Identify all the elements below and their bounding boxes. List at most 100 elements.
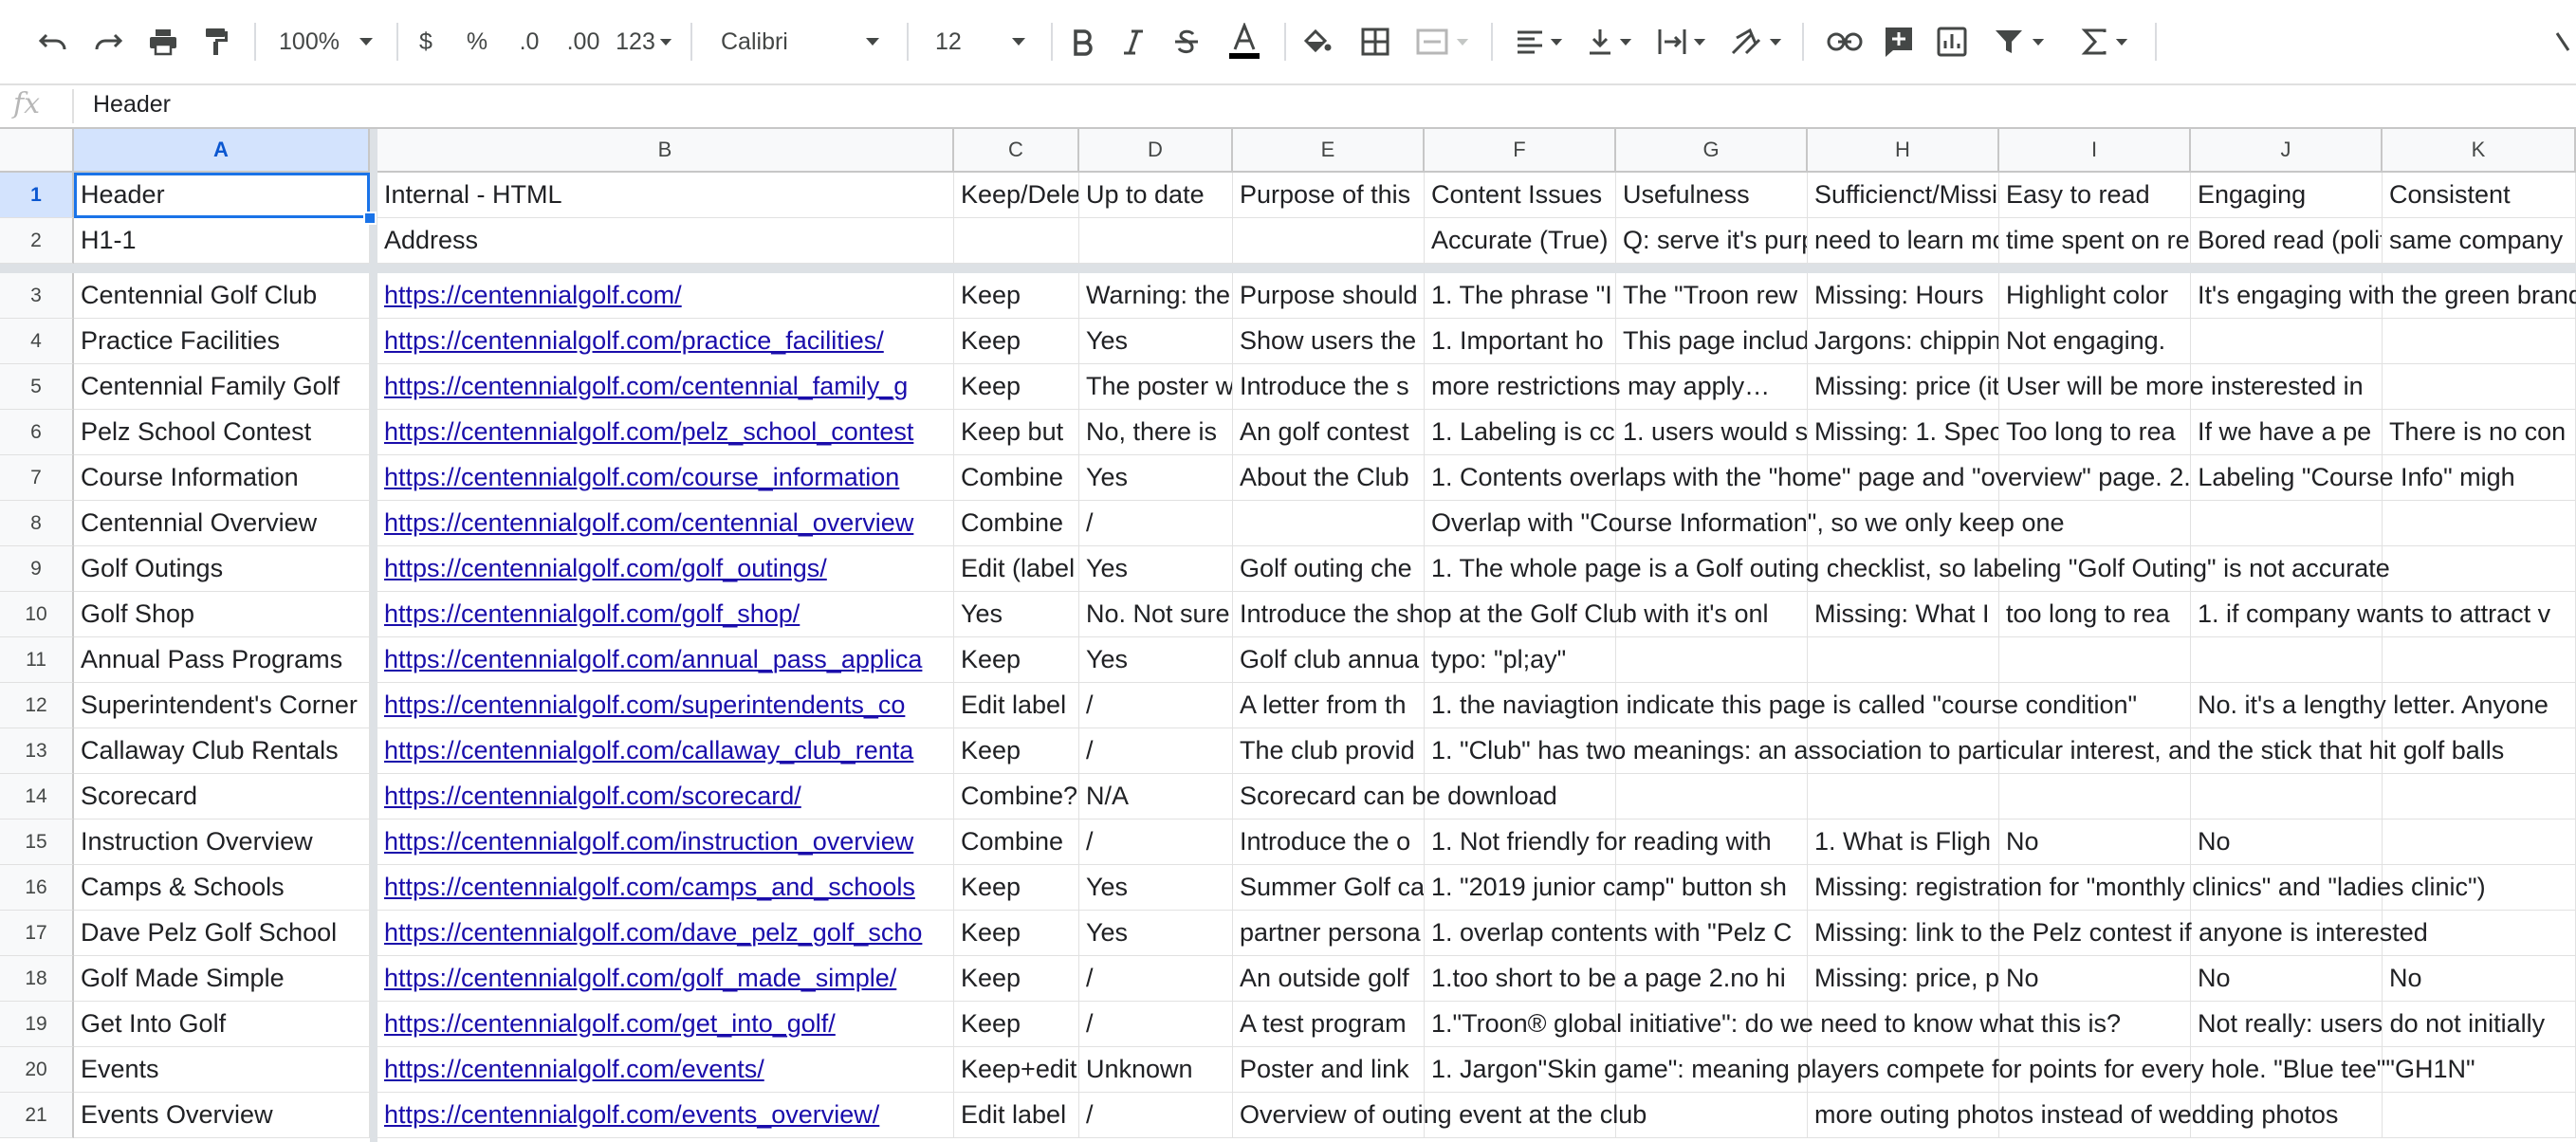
cell-a7[interactable]: Course Information — [74, 455, 370, 501]
row-header[interactable]: 14 — [0, 774, 74, 820]
cell-e16[interactable]: Summer Golf ca — [1233, 865, 1425, 911]
column-header-c[interactable]: C — [954, 129, 1079, 173]
cell-b4[interactable]: https://centennialgolf.com/practice_faci… — [377, 319, 954, 364]
cell-f1[interactable]: Content Issues — [1425, 173, 1616, 218]
text-color-icon[interactable] — [1224, 0, 1265, 83]
cell-b3[interactable]: https://centennialgolf.com/ — [377, 273, 954, 319]
row-header[interactable]: 13 — [0, 728, 74, 774]
insert-link-icon[interactable] — [1823, 0, 1867, 83]
row-header[interactable]: 21 — [0, 1093, 74, 1138]
cell-a9[interactable]: Golf Outings — [74, 546, 370, 592]
cell-c2[interactable] — [954, 218, 1079, 264]
cell-a18[interactable]: Golf Made Simple — [74, 956, 370, 1002]
cell-j14[interactable] — [2191, 774, 2383, 820]
column-header-h[interactable]: H — [1808, 129, 1999, 173]
cell-c21[interactable]: Edit label — [954, 1093, 1079, 1138]
cell-c4[interactable]: Keep — [954, 319, 1079, 364]
cell-f6[interactable]: 1. Labeling is cc — [1425, 410, 1616, 455]
cell-d6[interactable]: No, there is — [1079, 410, 1233, 455]
cell-k14[interactable] — [2383, 774, 2576, 820]
cell-e12[interactable]: A letter from th — [1233, 683, 1425, 728]
cell-d2[interactable] — [1079, 218, 1233, 264]
cell-b10[interactable]: https://centennialgolf.com/golf_shop/ — [377, 592, 954, 637]
cell-h6[interactable]: Missing: 1. Spec — [1808, 410, 1999, 455]
cell-f4[interactable]: 1. Important ho — [1425, 319, 1616, 364]
cell-a17[interactable]: Dave Pelz Golf School — [74, 911, 370, 956]
cell-a10[interactable]: Golf Shop — [74, 592, 370, 637]
cell-b19[interactable]: https://centennialgolf.com/get_into_golf… — [377, 1002, 954, 1047]
cell-c3[interactable]: Keep — [954, 273, 1079, 319]
cell-f18[interactable]: 1.too short to be a page 2.no hi — [1425, 956, 1786, 1002]
cell-e13[interactable]: The club provid — [1233, 728, 1425, 774]
column-header-j[interactable]: J — [2191, 129, 2383, 173]
cell-c1[interactable]: Keep/Delete — [954, 173, 1079, 218]
cell-e2[interactable] — [1233, 218, 1425, 264]
cell-e3[interactable]: Purpose should — [1233, 273, 1425, 319]
cell-j8[interactable] — [2191, 501, 2383, 546]
cell-d7[interactable]: Yes — [1079, 455, 1233, 501]
text-rotation-icon[interactable] — [1722, 0, 1789, 83]
cell-h16[interactable]: Missing: registration for "monthly clini… — [1808, 865, 2486, 911]
cell-b14[interactable]: https://centennialgolf.com/scorecard/ — [377, 774, 954, 820]
select-all-corner[interactable] — [0, 129, 74, 173]
cell-i2[interactable]: time spent on reading — [1999, 218, 2191, 264]
more-formats-button[interactable]: 123 — [613, 0, 675, 83]
cell-e18[interactable]: An outside golf — [1233, 956, 1425, 1002]
cell-g4[interactable]: This page includ — [1616, 319, 1808, 364]
row-header[interactable]: 2 — [0, 218, 74, 264]
cell-h1[interactable]: Sufficienct/Missing — [1808, 173, 1999, 218]
cell-a19[interactable]: Get Into Golf — [74, 1002, 370, 1047]
cell-f13[interactable]: 1. "Club" has two meanings: an associati… — [1425, 728, 2504, 774]
cell-f9[interactable]: 1. The whole page is a Golf outing check… — [1425, 546, 2390, 592]
cell-i6[interactable]: Too long to rea — [1999, 410, 2191, 455]
filter-icon[interactable] — [1986, 0, 2052, 83]
column-header-i[interactable]: I — [1999, 129, 2191, 173]
cell-f7[interactable]: 1. Contents overlaps with the "home" pag… — [1425, 455, 2515, 501]
cell-a11[interactable]: Annual Pass Programs — [74, 637, 370, 683]
cell-h14[interactable] — [1808, 774, 1999, 820]
cell-k6[interactable]: There is no con — [2383, 410, 2576, 455]
cell-k15[interactable] — [2383, 820, 2576, 865]
frozen-columns-divider[interactable] — [370, 129, 377, 1142]
cell-c17[interactable]: Keep — [954, 911, 1079, 956]
cell-j19[interactable]: Not really: users do not initially — [2191, 1002, 2545, 1047]
cell-e14[interactable]: Scorecard can be download — [1233, 774, 1557, 820]
cell-d18[interactable]: / — [1079, 956, 1233, 1002]
row-header[interactable]: 20 — [0, 1047, 74, 1093]
cell-c14[interactable]: Combine? — [954, 774, 1079, 820]
font-family-select[interactable]: Calibri — [706, 0, 895, 83]
cell-c15[interactable]: Combine — [954, 820, 1079, 865]
cell-e11[interactable]: Golf club annua — [1233, 637, 1425, 683]
undo-icon[interactable] — [32, 0, 74, 83]
cell-d15[interactable]: / — [1079, 820, 1233, 865]
cell-i1[interactable]: Easy to read — [1999, 173, 2191, 218]
cell-b9[interactable]: https://centennialgolf.com/golf_outings/ — [377, 546, 954, 592]
cell-b18[interactable]: https://centennialgolf.com/golf_made_sim… — [377, 956, 954, 1002]
insert-comment-icon[interactable] — [1878, 0, 1920, 83]
cell-e4[interactable]: Show users the — [1233, 319, 1425, 364]
collapse-toolbar-icon[interactable] — [2553, 0, 2576, 83]
cell-e8[interactable] — [1233, 501, 1425, 546]
cell-e7[interactable]: About the Club — [1233, 455, 1425, 501]
zoom-select[interactable]: 100% — [269, 0, 383, 83]
cell-d17[interactable]: Yes — [1079, 911, 1233, 956]
cell-e6[interactable]: An golf contest — [1233, 410, 1425, 455]
row-header[interactable]: 7 — [0, 455, 74, 501]
cell-k9[interactable] — [2383, 546, 2576, 592]
cell-g3[interactable]: The "Troon rew — [1616, 273, 1808, 319]
cell-e20[interactable]: Poster and link — [1233, 1047, 1425, 1093]
row-header[interactable]: 19 — [0, 1002, 74, 1047]
row-header[interactable]: 5 — [0, 364, 74, 410]
column-header-a[interactable]: A — [74, 129, 370, 173]
cell-c13[interactable]: Keep — [954, 728, 1079, 774]
print-icon[interactable] — [142, 0, 184, 83]
cell-e21[interactable]: Overview of outing event at the club — [1233, 1093, 1647, 1138]
cell-f12[interactable]: 1. the naviagtion indicate this page is … — [1425, 683, 2137, 728]
cell-h15[interactable]: 1. What is Fligh — [1808, 820, 1999, 865]
cell-c6[interactable]: Keep but — [954, 410, 1079, 455]
cell-h2[interactable]: need to learn more — [1808, 218, 1999, 264]
strikethrough-icon[interactable] — [1167, 0, 1206, 83]
cell-d5[interactable]: The poster w — [1079, 364, 1233, 410]
cell-b15[interactable]: https://centennialgolf.com/instruction_o… — [377, 820, 954, 865]
cell-d19[interactable]: / — [1079, 1002, 1233, 1047]
